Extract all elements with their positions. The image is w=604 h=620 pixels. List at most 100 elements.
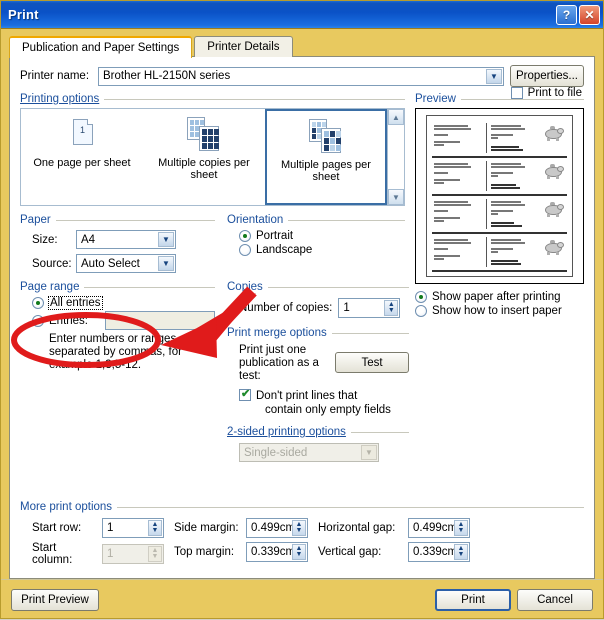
horizontal-gap-label: Horizontal gap:	[318, 522, 402, 534]
preview-title: Preview	[415, 93, 456, 105]
paper-size-value: A4	[81, 234, 95, 246]
vertical-gap-stepper[interactable]: 0.339cm ▲▼	[408, 542, 470, 562]
spinner-icon[interactable]: ▲▼	[292, 544, 306, 560]
top-margin-value: 0.339cm	[251, 546, 295, 558]
checkbox-icon	[239, 389, 251, 401]
preview-text-left	[434, 199, 482, 229]
print-preview-button[interactable]: Print Preview	[11, 589, 99, 611]
show-paper-after-printing-radio[interactable]: Show paper after printing	[415, 291, 584, 303]
preview-text-left	[434, 161, 482, 191]
divider	[104, 99, 405, 100]
cancel-button[interactable]: Cancel	[517, 589, 593, 611]
side-margin-stepper[interactable]: 0.499cm ▲▼	[246, 518, 308, 538]
piggy-bank-image	[543, 163, 565, 179]
spinner-icon[interactable]: ▲▼	[292, 520, 306, 536]
close-icon[interactable]: ✕	[579, 5, 600, 25]
divider	[117, 507, 584, 508]
merge-line-2: publication as a	[239, 357, 325, 370]
page-range-entries-label: Entries:	[49, 315, 100, 327]
tab-bar: Publication and Paper Settings Printer D…	[9, 35, 595, 57]
two-sided-value: Single-sided	[244, 447, 307, 459]
page-range-hint: Enter numbers or ranges separated by com…	[49, 333, 215, 372]
radio-icon	[32, 297, 44, 309]
print-button[interactable]: Print	[435, 589, 511, 611]
printing-options-scrollbar[interactable]: ▲ ▼	[387, 109, 404, 205]
orientation-landscape-label: Landscape	[256, 244, 312, 256]
option-multiple-pages-per-sheet[interactable]: Multiple pages per sheet	[265, 109, 387, 205]
copies-number-label: Number of copies:	[239, 302, 332, 314]
divider	[56, 220, 215, 221]
printer-name-combo[interactable]: Brother HL-2150N series ▼	[98, 67, 504, 86]
preview-text-right	[491, 161, 539, 191]
dont-print-empty-fields-checkbox[interactable]: Don't print lines that contain only empt…	[239, 389, 409, 417]
test-button[interactable]: Test	[335, 352, 409, 373]
horizontal-gap-stepper[interactable]: 0.499cm ▲▼	[408, 518, 470, 538]
chevron-down-icon[interactable]: ▼	[486, 69, 502, 84]
radio-icon	[415, 305, 427, 317]
start-column-value: 1	[107, 548, 113, 560]
divider	[268, 287, 409, 288]
paper-source-combo[interactable]: Auto Select ▼	[76, 254, 176, 273]
dialog-client-area: Publication and Paper Settings Printer D…	[1, 29, 603, 579]
print-dialog-window: Print ? ✕ Publication and Paper Settings…	[0, 0, 604, 619]
scroll-down-icon[interactable]: ▼	[388, 189, 404, 205]
preview-label-row	[432, 196, 567, 234]
copies-number-stepper[interactable]: 1 ▲▼	[338, 298, 400, 318]
orientation-portrait-radio[interactable]: Portrait	[239, 230, 405, 242]
page-range-header: Page range	[20, 281, 215, 293]
printing-options-list[interactable]: 1 One page per sheet	[20, 108, 405, 206]
help-icon[interactable]: ?	[556, 5, 577, 25]
radio-icon	[32, 315, 44, 327]
spinner-icon[interactable]: ▲▼	[454, 520, 468, 536]
preview-page	[426, 115, 573, 277]
merge-line-3: test:	[239, 370, 325, 383]
preview-text-left	[434, 237, 482, 267]
option-one-page-per-sheet[interactable]: 1 One page per sheet	[21, 109, 143, 205]
paper-source-label: Source:	[32, 258, 70, 270]
chevron-down-icon[interactable]: ▼	[158, 256, 174, 271]
divider	[84, 287, 215, 288]
merge-line-1: Print just one	[239, 344, 325, 357]
page-range-entries-input[interactable]	[105, 311, 215, 330]
page-range-entries-radio[interactable]: Entries:	[32, 311, 215, 330]
copies-title: Copies	[227, 281, 263, 293]
window-title: Print	[8, 7, 554, 22]
print-merge-header: Print merge options	[227, 327, 409, 339]
settings-panel: Printer name: Brother HL-2150N series ▼ …	[9, 56, 595, 579]
preview-label-row	[432, 158, 567, 196]
show-how-to-insert-paper-radio[interactable]: Show how to insert paper	[415, 305, 584, 317]
side-margin-value: 0.499cm	[251, 522, 295, 534]
divider	[332, 333, 409, 334]
paper-size-label: Size:	[32, 234, 70, 246]
test-label: Test	[361, 357, 382, 369]
hint-line-3: example 1,3,5-12.	[49, 359, 215, 372]
divider	[351, 432, 409, 433]
horizontal-gap-value: 0.499cm	[413, 522, 457, 534]
scroll-up-icon[interactable]: ▲	[388, 109, 404, 125]
orientation-landscape-radio[interactable]: Landscape	[239, 244, 405, 256]
printing-options-items: 1 One page per sheet	[21, 109, 387, 205]
start-row-value: 1	[107, 522, 113, 534]
page-range-all-entries-radio[interactable]: All entries	[32, 297, 215, 309]
start-row-stepper[interactable]: 1 ▲▼	[102, 518, 164, 538]
spinner-icon[interactable]: ▲▼	[454, 544, 468, 560]
spinner-icon[interactable]: ▲▼	[148, 520, 162, 536]
print-to-file-checkbox[interactable]: Print to file	[511, 87, 582, 99]
tab-publication-and-paper-settings[interactable]: Publication and Paper Settings	[9, 36, 192, 58]
option-multiple-copies-per-sheet[interactable]: Multiple copies per sheet	[143, 109, 265, 205]
radio-icon	[239, 230, 251, 242]
properties-button[interactable]: Properties...	[510, 65, 584, 87]
tab-printer-details[interactable]: Printer Details	[194, 36, 292, 57]
properties-label: Properties...	[516, 70, 578, 82]
option-label: One page per sheet	[29, 157, 134, 169]
top-margin-stepper[interactable]: 0.339cm ▲▼	[246, 542, 308, 562]
printer-name-value: Brother HL-2150N series	[103, 70, 230, 82]
option-label: Multiple pages per sheet	[267, 159, 385, 183]
chevron-down-icon[interactable]: ▼	[158, 232, 174, 247]
paper-size-combo[interactable]: A4 ▼	[76, 230, 176, 249]
start-row-label: Start row:	[32, 522, 96, 534]
spinner-icon[interactable]: ▲▼	[384, 300, 398, 316]
tab-label: Printer Details	[207, 41, 279, 53]
print-to-file-label: Print to file	[528, 87, 582, 99]
dont-print-line-2: contain only empty fields	[265, 403, 391, 417]
